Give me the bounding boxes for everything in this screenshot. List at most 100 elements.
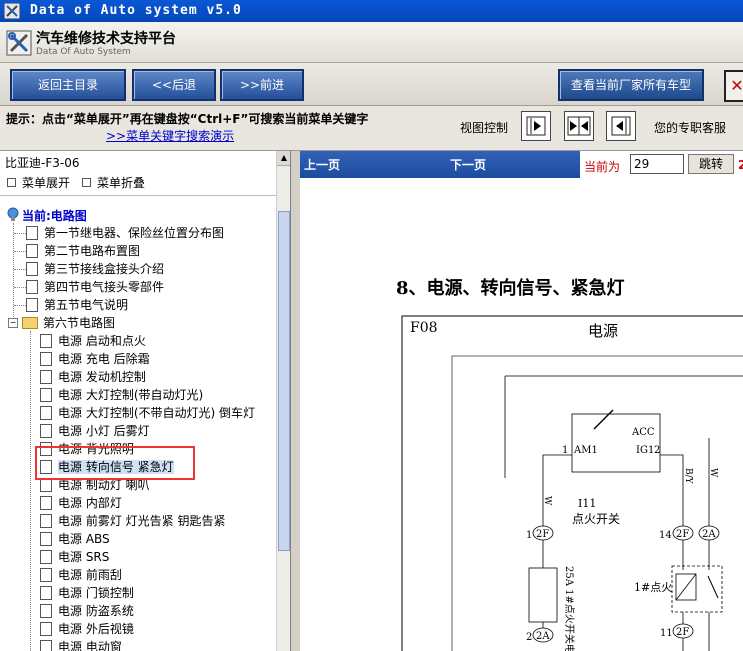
- tree-section-3[interactable]: 第三节接线盒接头介绍: [14, 261, 164, 277]
- tree-item-14[interactable]: 电源 前雨刮: [40, 567, 122, 583]
- window-title: Data of Auto system v5.0: [30, 3, 242, 18]
- document-icon: [40, 369, 52, 384]
- current-location-label: 当前:电路图: [22, 209, 87, 223]
- view-expand-left-button[interactable]: [606, 111, 636, 141]
- ignition-label: 点火开关: [572, 512, 620, 526]
- tree-item-17[interactable]: 电源 外后视镜: [40, 621, 134, 637]
- c5-pin-label: 11: [660, 628, 673, 639]
- tree-item-10[interactable]: 电源 内部灯: [40, 495, 122, 511]
- document-icon: [40, 531, 52, 546]
- diagram-page: 8、电源、转向信号、紧急灯 F08 电源 ACC AM1 IG1 1 2 I11…: [300, 178, 743, 651]
- document-icon: [40, 549, 52, 564]
- menu-collapse-label: 菜单折叠: [97, 176, 146, 190]
- document-icon: [40, 513, 52, 528]
- view-split-button[interactable]: [564, 111, 594, 141]
- wire-w-label: W: [542, 496, 552, 506]
- menu-collapse-control[interactable]: 菜单折叠: [82, 174, 145, 191]
- close-button[interactable]: ✕: [724, 70, 743, 102]
- globe-icon: [7, 207, 19, 221]
- tree-item-13[interactable]: 电源 SRS: [40, 549, 109, 565]
- c3-label: 2F: [676, 529, 689, 540]
- document-icon: [40, 405, 52, 420]
- am1-label: AM1: [573, 445, 598, 456]
- app-icon: [4, 3, 20, 19]
- inner-frame: [451, 355, 743, 651]
- view-control-label: 视图控制: [460, 121, 509, 135]
- search-demo-link[interactable]: >>菜单关键字搜索演示: [106, 127, 234, 144]
- tree-item-15[interactable]: 电源 门锁控制: [40, 585, 134, 601]
- pin1-label: 1: [562, 445, 568, 456]
- page-number-input[interactable]: 29: [630, 154, 684, 174]
- i11-label: I11: [578, 497, 596, 510]
- hint-bar: 提示：点击“菜单展开”再在键盘按“Ctrl+F”可搜索当前菜单关键字 >>菜单关…: [0, 106, 743, 151]
- open-folder-icon: [22, 316, 38, 329]
- expand-box-icon: [7, 178, 16, 187]
- collapse-box-icon: [82, 178, 91, 187]
- view-all-models-button[interactable]: 查看当前厂家所有车型: [558, 69, 704, 101]
- jump-button[interactable]: 跳转: [688, 154, 734, 174]
- wire-by-right: [660, 454, 684, 528]
- tree-scrollbar[interactable]: ▲: [276, 151, 290, 651]
- menu-tree-panel: 比亚迪-F3-06 菜单展开 菜单折叠 当前:电路图 第一节继电器、保险丝位置分…: [0, 151, 291, 651]
- tools-logo-icon: [6, 30, 32, 56]
- tree-section-4[interactable]: 第四节电气接头零部件: [14, 279, 164, 295]
- document-icon: [40, 567, 52, 582]
- document-icon: [40, 585, 52, 600]
- wire-by-label: B/Y: [683, 468, 693, 485]
- menu-expand-label: 菜单展开: [22, 176, 71, 190]
- tree-item-3[interactable]: 电源 发动机控制: [40, 369, 146, 385]
- current-page-label: 当前为: [584, 160, 621, 174]
- relay-label: 1#点火: [634, 581, 672, 594]
- customer-service-label: 您的专职客服: [654, 121, 727, 135]
- tree-item-16[interactable]: 电源 防盗系统: [40, 603, 134, 619]
- view-expand-right-button[interactable]: [521, 111, 551, 141]
- wire-w2-label: W: [708, 468, 718, 478]
- tree-section-6[interactable]: − 第六节电路图: [8, 315, 115, 331]
- tree-item-12[interactable]: 电源 ABS: [40, 531, 110, 547]
- c2-label: 2A: [536, 631, 550, 642]
- document-icon: [40, 495, 52, 510]
- diagram-title: 8、电源、转向信号、紧急灯: [396, 277, 625, 299]
- tree-item-11[interactable]: 电源 前雾灯 灯光告紧 钥匙告紧: [40, 513, 225, 529]
- back-to-main-button[interactable]: 返回主目录: [10, 69, 126, 101]
- next-page-link[interactable]: 下一页: [450, 156, 486, 173]
- app-header: 汽车维修技术支持平台 Data Of Auto System: [0, 22, 743, 63]
- c2-pin-label: 2: [526, 632, 532, 643]
- back-button[interactable]: <<后退: [132, 69, 216, 101]
- selection-highlight-box: [35, 446, 195, 480]
- menu-expand-control[interactable]: 菜单展开: [7, 174, 70, 191]
- pin2-label: 2: [654, 445, 660, 456]
- scroll-thumb[interactable]: [278, 211, 290, 551]
- document-icon: [40, 639, 52, 651]
- main-toolbar: 返回主目录 <<后退 >>前进 查看当前厂家所有车型: [0, 63, 743, 106]
- tree-item-18[interactable]: 电源 电动窗: [40, 639, 122, 651]
- scroll-up-arrow-icon[interactable]: ▲: [277, 151, 290, 166]
- fuse-25a: [528, 567, 558, 623]
- tree-guide-line: [30, 331, 31, 651]
- tree-section-2[interactable]: 第二节电路布置图: [14, 243, 140, 259]
- diagram-section: 电源: [588, 322, 618, 340]
- document-icon: [26, 225, 38, 240]
- hint-text: 提示：点击“菜单展开”再在键盘按“Ctrl+F”可搜索当前菜单关键字: [6, 112, 369, 126]
- tree-item-1[interactable]: 电源 启动和点火: [40, 333, 146, 349]
- tree-section-1[interactable]: 第一节继电器、保险丝位置分布图: [14, 225, 224, 241]
- document-icon: [26, 279, 38, 294]
- ignition-switch-box: [571, 413, 661, 473]
- forward-button[interactable]: >>前进: [220, 69, 304, 101]
- collapse-node-icon: −: [8, 317, 18, 328]
- tree-item-4[interactable]: 电源 大灯控制(带自动灯光): [40, 387, 203, 403]
- document-icon: [26, 297, 38, 312]
- c4-label: 2A: [702, 529, 716, 540]
- tree-item-2[interactable]: 电源 充电 后除霜: [40, 351, 150, 367]
- document-icon: [40, 387, 52, 402]
- prev-page-link[interactable]: 上一页: [304, 156, 340, 173]
- tree-item-6[interactable]: 电源 小灯 后雾灯: [40, 423, 150, 439]
- tree-item-5[interactable]: 电源 大灯控制(不带自动灯光) 倒车灯: [40, 405, 255, 421]
- total-pages: 29: [738, 158, 743, 172]
- wire-w-left: [542, 454, 572, 528]
- document-icon: [40, 603, 52, 618]
- tree-separator: [0, 195, 276, 196]
- arrow-left-icon: [611, 116, 631, 136]
- document-viewer: 上一页 下一页 当前为 29 跳转 29 8、电源、转向信号、紧急灯 F08 电…: [300, 151, 743, 651]
- tree-section-5[interactable]: 第五节电气说明: [14, 297, 128, 313]
